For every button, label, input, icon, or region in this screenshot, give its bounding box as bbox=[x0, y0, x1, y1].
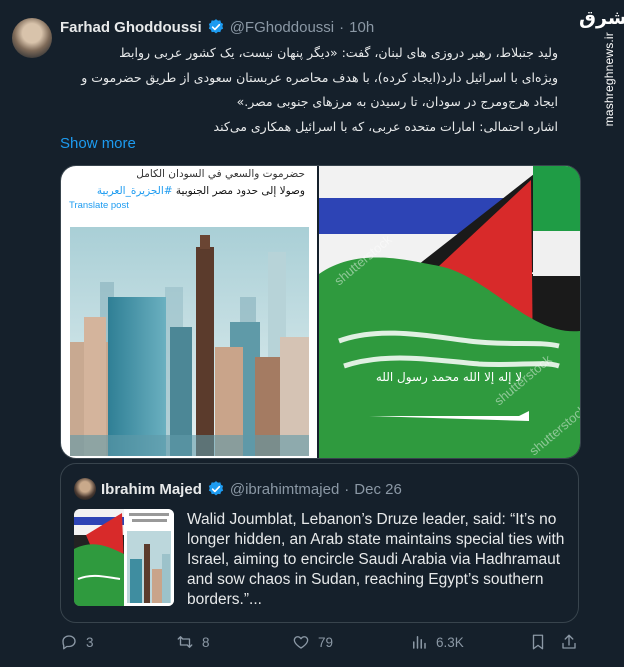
verified-badge-icon bbox=[208, 19, 223, 34]
share-button[interactable] bbox=[560, 633, 578, 651]
separator-dot: · bbox=[339, 18, 345, 36]
city-skyline-illustration bbox=[70, 227, 309, 456]
verified-badge-icon bbox=[208, 481, 223, 496]
quoted-author-handle[interactable]: @ibrahimtmajed bbox=[230, 481, 339, 498]
quoted-tweet[interactable]: Ibrahim Majed @ibrahimtmajed · Dec 26 Wa… bbox=[60, 463, 579, 623]
quoted-tweet-header: Ibrahim Majed @ibrahimtmajed · Dec 26 bbox=[74, 478, 402, 500]
share-icon bbox=[562, 634, 576, 649]
embedded-text-line: حضرموت والسعي في السودان الكامل bbox=[136, 168, 305, 180]
quoted-author-name[interactable]: Ibrahim Majed bbox=[101, 481, 202, 498]
reply-count: 3 bbox=[86, 634, 94, 650]
media-grid: حضرموت والسعي في السودان الكامل وصولا إل… bbox=[60, 165, 581, 459]
embedded-text: وصولا إلى حدود مصر الجنوبية bbox=[172, 185, 305, 197]
tweet-body-line: ولید جنبلاط، رهبر دروزی های لبنان، گفت: … bbox=[119, 45, 558, 60]
author-handle[interactable]: @FGhoddoussi bbox=[230, 19, 334, 36]
reply-icon bbox=[62, 635, 76, 650]
bookmark-button[interactable] bbox=[529, 633, 547, 651]
author-name[interactable]: Farhad Ghoddoussi bbox=[60, 19, 202, 36]
repost-count: 8 bbox=[202, 634, 210, 650]
watermark-logo: مشرق bbox=[579, 7, 624, 29]
quoted-tweet-date[interactable]: Dec 26 bbox=[354, 481, 402, 498]
repost-icon bbox=[177, 636, 193, 648]
show-more-link[interactable]: Show more bbox=[60, 135, 136, 152]
reply-button[interactable]: 3 bbox=[60, 633, 94, 651]
site-watermark: مشرق mashreghnews.ir bbox=[579, 8, 624, 127]
tweet-header: Farhad Ghoddoussi @FGhoddoussi · 10h bbox=[60, 18, 374, 36]
media-image-screenshot[interactable]: حضرموت والسعي في السودان الكامل وصولا إل… bbox=[61, 166, 317, 458]
tweet-body-line: ایجاد هرج‌ومرج در سودان، تا رسیدن به مرز… bbox=[236, 94, 558, 109]
author-avatar[interactable] bbox=[12, 18, 52, 58]
embedded-hashtag: #الجزيرة_العربية bbox=[96, 185, 173, 197]
embedded-text-line: وصولا إلى حدود مصر الجنوبية #الجزيرة_الع… bbox=[97, 185, 305, 197]
separator-dot: · bbox=[344, 480, 350, 498]
quoted-author-avatar[interactable] bbox=[74, 478, 96, 500]
bookmark-icon bbox=[532, 634, 544, 650]
views-button[interactable]: 6.3K bbox=[410, 633, 464, 651]
views-chart-icon bbox=[413, 636, 426, 649]
tweet-body-line: ویژه‌ای با اسرائیل دارد(ایجاد کرده)، با … bbox=[81, 69, 558, 85]
repost-button[interactable]: 8 bbox=[176, 633, 210, 651]
like-button[interactable]: 79 bbox=[292, 633, 333, 651]
like-count: 79 bbox=[318, 634, 334, 650]
flags-illustration: shutterstock shutterstock shutterstock ل… bbox=[319, 166, 580, 458]
thumbnail-image bbox=[74, 509, 174, 606]
quoted-tweet-thumbnail[interactable] bbox=[74, 509, 174, 606]
views-count: 6.3K bbox=[436, 634, 464, 650]
heart-icon bbox=[293, 636, 309, 649]
tweet-action-bar: 3 8 79 6.3K bbox=[60, 633, 580, 655]
translate-post-link: Translate post bbox=[69, 200, 129, 211]
tweet-body: ولید جنبلاط، رهبر دروزی های لبنان، گفت: … bbox=[60, 41, 558, 139]
watermark-site: mashreghnews.ir bbox=[602, 32, 616, 127]
media-image-flags[interactable]: shutterstock shutterstock shutterstock ل… bbox=[319, 166, 580, 458]
banner-text: لا إله إلا الله محمد رسول الله bbox=[376, 370, 522, 385]
quoted-tweet-text: Walid Joumblat, Lebanon’s Druze leader, … bbox=[187, 511, 565, 608]
tweet-time[interactable]: 10h bbox=[349, 19, 374, 36]
